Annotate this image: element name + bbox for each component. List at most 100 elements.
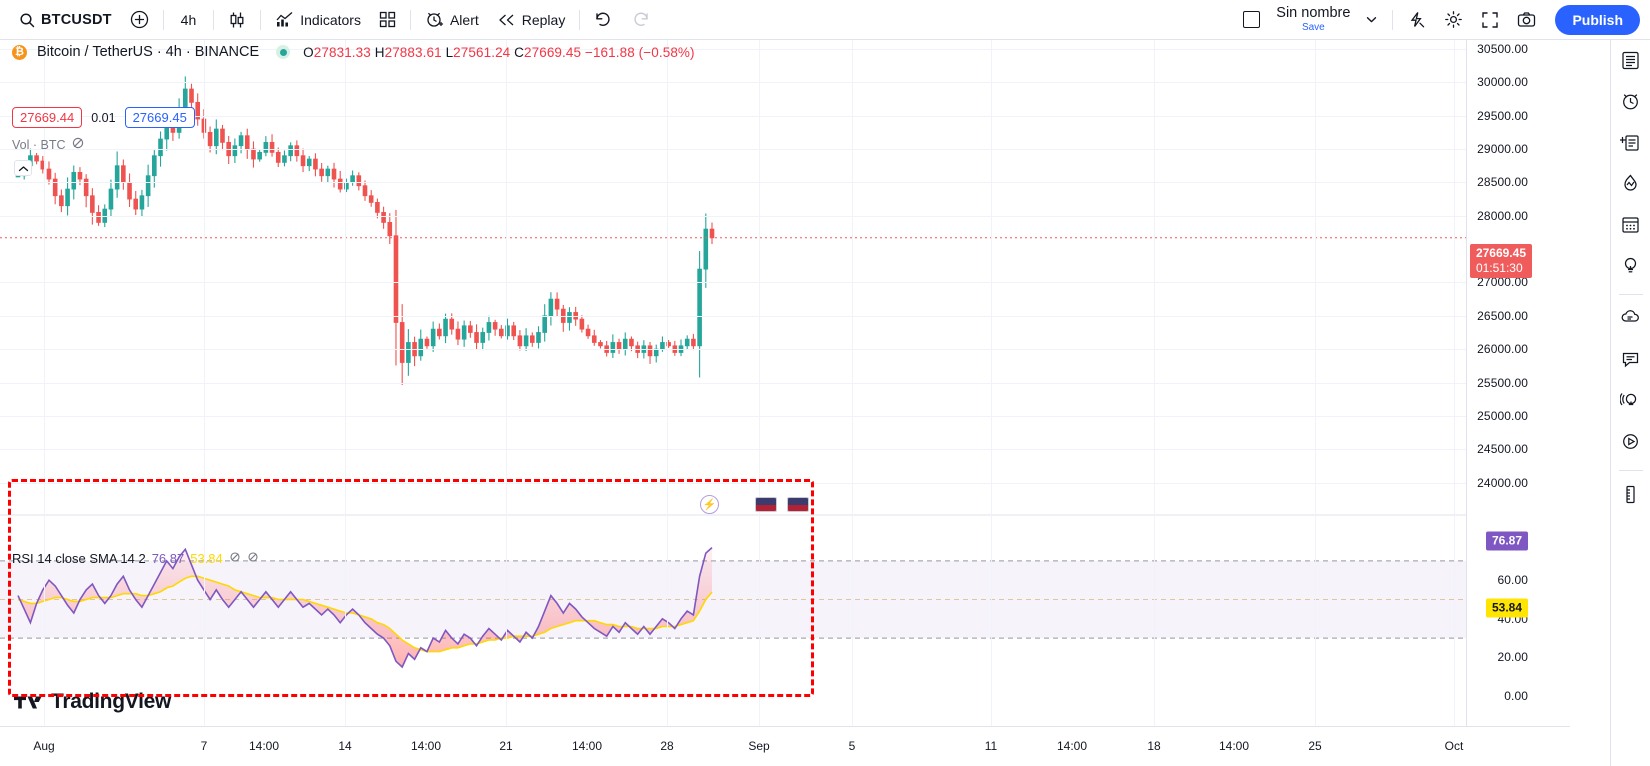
snapshot-button[interactable] — [1508, 6, 1545, 34]
layout-menu-button[interactable] — [1356, 6, 1387, 34]
layout-name-save[interactable]: Sin nombre Save — [1270, 4, 1356, 36]
sidebar-divider — [1618, 470, 1643, 471]
fullscreen-button[interactable] — [1472, 6, 1508, 34]
redo-button[interactable] — [622, 6, 659, 34]
lightning-icon[interactable]: ⚡ — [700, 495, 719, 514]
time-tick-label: 28 — [660, 739, 674, 753]
sidebar-item-ideas[interactable] — [1615, 251, 1647, 283]
time-axis[interactable]: Aug 7 14:00 14 14:00 21 14:00 28 Sep 5 11 14:00 18 14… — [0, 726, 1570, 766]
price-tick-label: 30000.00 — [1477, 75, 1528, 90]
indicators-button[interactable]: Indicators — [266, 6, 370, 34]
sidebar-item-chat[interactable] — [1615, 304, 1647, 336]
rsi-value: 76.87 — [151, 551, 185, 566]
rewind-icon — [497, 12, 516, 28]
sidebar-item-watchlist[interactable] — [1615, 46, 1647, 78]
gridline — [0, 215, 1466, 217]
sidebar-item-calendar[interactable] — [1615, 210, 1647, 242]
price-tick-label: 29500.00 — [1477, 108, 1528, 123]
gridline — [667, 40, 668, 726]
sidebar-item-messages[interactable] — [1615, 345, 1647, 377]
indicators-label: Indicators — [300, 11, 361, 28]
volume-label: Vol · BTC — [12, 137, 66, 152]
layouts-grid-icon — [379, 11, 396, 28]
time-tick-label: 25 — [1308, 739, 1322, 753]
sidebar-divider — [1618, 294, 1643, 295]
alerts-clock-icon — [1620, 91, 1641, 115]
us-flag-icon[interactable] — [787, 497, 809, 512]
symbol-search[interactable]: BTCUSDT — [10, 6, 121, 34]
candlestick-icon — [228, 11, 246, 29]
timeframe-label: 4h — [180, 11, 197, 28]
tradingview-logo: TradingView — [14, 690, 171, 714]
settings-button[interactable] — [1435, 6, 1472, 34]
price-axis[interactable]: 30500.00 30000.00 29500.00 29000.00 28500.00… — [1466, 40, 1570, 726]
eye-crossed-icon[interactable] — [229, 551, 241, 566]
time-tick-label: 14:00 — [571, 739, 603, 753]
price-tick-label: 25000.00 — [1477, 408, 1528, 423]
layouts-button[interactable] — [370, 6, 405, 34]
toolbar-divider — [579, 9, 581, 30]
sma-value-badge: 53.84 — [1485, 598, 1528, 618]
sidebar-item-data-window[interactable] — [1615, 128, 1647, 160]
sidebar-item-broadcast[interactable] — [1615, 386, 1647, 418]
gridline — [1154, 40, 1155, 726]
sidebar-item-hotlist[interactable] — [1615, 169, 1647, 201]
rsi-tick-label: 0.00 — [1504, 689, 1528, 703]
gridline — [0, 449, 1466, 451]
time-tick-label: Sep — [748, 739, 770, 753]
ruler-icon — [1620, 484, 1641, 508]
price-tick-label: 24000.00 — [1477, 475, 1528, 490]
gear-icon — [1444, 10, 1463, 29]
sidebar-item-stream[interactable] — [1615, 427, 1647, 459]
chevron-up-icon — [18, 161, 29, 176]
toolbar-divider — [260, 9, 262, 30]
price-tick-label: 24500.00 — [1477, 442, 1528, 457]
chart-type-button[interactable] — [219, 6, 255, 34]
top-toolbar: BTCUSDT 4h Indicators Alert Replay Sin n… — [0, 0, 1650, 40]
gridline — [506, 40, 507, 726]
us-flag-icon[interactable] — [755, 497, 777, 512]
gridline — [0, 349, 1466, 351]
price-tick-label: 29000.00 — [1477, 142, 1528, 157]
chart-canvas[interactable]: ₿ Bitcoin / TetherUS · 4h · BINANCE OBTC… — [0, 40, 1466, 726]
time-tick-label: 14:00 — [410, 739, 442, 753]
publish-button[interactable]: Publish — [1555, 4, 1640, 35]
undo-button[interactable] — [585, 6, 622, 34]
undo-icon — [594, 11, 613, 28]
gridline — [0, 382, 1466, 384]
price-boxes: 27669.44 0.01 27669.45 — [12, 107, 195, 128]
gridline — [1454, 40, 1455, 726]
ask-price-box[interactable]: 27669.45 — [124, 107, 195, 128]
sidebar-item-ruler[interactable] — [1615, 480, 1647, 512]
add-symbol-button[interactable] — [121, 6, 158, 34]
sidebar-item-alerts[interactable] — [1615, 87, 1647, 119]
volume-legend: Vol · BTC — [12, 136, 85, 153]
time-tick-label: 21 — [499, 739, 513, 753]
time-tick-label: 14 — [338, 739, 352, 753]
right-sidebar — [1610, 40, 1650, 766]
chart-legend: ₿ Bitcoin / TetherUS · 4h · BINANCE OBTC… — [12, 44, 695, 60]
timeframe-selector[interactable]: 4h — [169, 6, 209, 34]
time-tick-label: 5 — [848, 739, 856, 753]
chevron-down-icon — [1365, 13, 1378, 26]
rsi-value-badge: 76.87 — [1485, 531, 1528, 551]
time-tick-label: 14:00 — [248, 739, 280, 753]
alert-label: Alert — [449, 11, 479, 28]
event-markers[interactable]: ⚡ — [700, 495, 809, 514]
eye-crossed-icon-2[interactable] — [247, 551, 259, 566]
quick-search-button[interactable] — [1398, 6, 1435, 34]
price-tick-label: 30500.00 — [1477, 42, 1528, 56]
gridline — [0, 415, 1466, 417]
collapse-pane-button[interactable] — [14, 160, 32, 176]
gridline — [1315, 40, 1316, 726]
tv-mark-icon — [14, 696, 42, 708]
replay-button[interactable]: Replay — [488, 6, 575, 34]
alert-button[interactable]: Alert — [416, 6, 488, 34]
last-price-value: 27669.45 — [1475, 246, 1526, 260]
select-layout-checkbox[interactable] — [1243, 11, 1261, 28]
chart-title: Bitcoin / TetherUS · 4h · BINANCE — [37, 44, 260, 60]
bid-price-box[interactable]: 27669.44 — [12, 107, 83, 128]
rsi-title[interactable]: RSI 14 close SMA 14 2 — [12, 551, 146, 566]
indicators-icon — [275, 10, 294, 29]
eye-crossed-icon[interactable] — [71, 136, 85, 153]
